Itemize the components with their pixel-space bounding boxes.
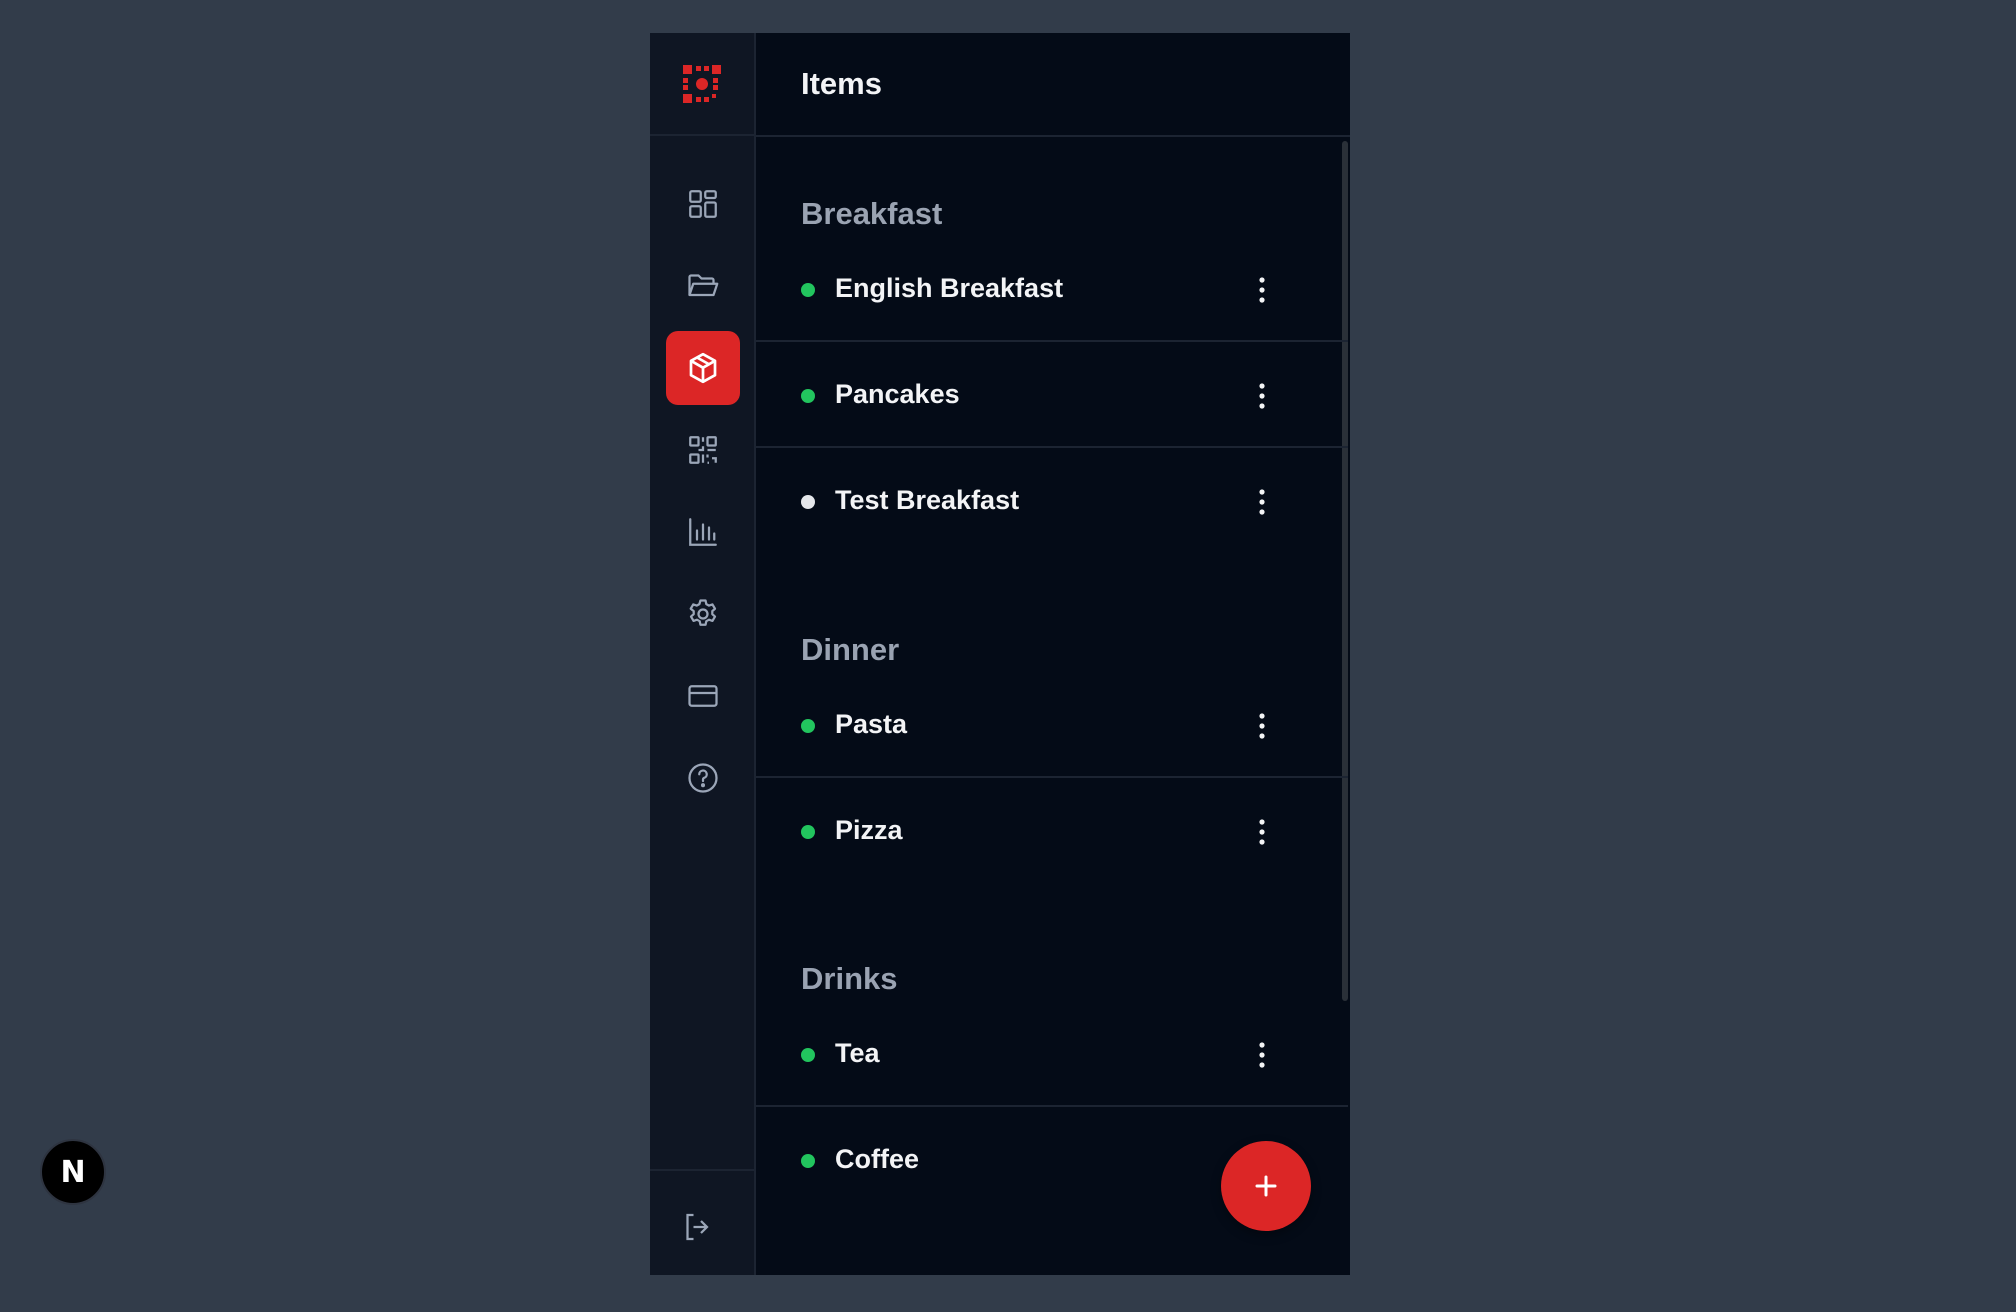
page-title: Items: [801, 66, 882, 101]
status-dot-active: [801, 389, 815, 403]
sidebar-item-billing[interactable]: [666, 659, 740, 733]
item-label: English Breakfast: [835, 273, 1064, 303]
status-dot-inactive: [801, 495, 815, 509]
more-vertical-icon: [1259, 1042, 1265, 1068]
sidebar-logo[interactable]: [650, 33, 754, 136]
sidebar-item-analytics[interactable]: [666, 495, 740, 569]
sidebar-item-folders[interactable]: [666, 249, 740, 323]
more-vertical-icon: [1259, 713, 1265, 739]
more-vertical-icon: [1259, 819, 1265, 845]
list-item[interactable]: Pasta: [756, 673, 1348, 778]
list-item[interactable]: English Breakfast: [756, 237, 1348, 342]
status-dot-active: [801, 825, 815, 839]
list-item[interactable]: Pizza: [756, 779, 1348, 884]
status-dot-active: [801, 283, 815, 297]
more-options-button[interactable]: [1250, 703, 1274, 749]
sidebar-item-qr-codes[interactable]: [666, 413, 740, 487]
help-icon: [688, 763, 718, 793]
sidebar-item-dashboard[interactable]: [666, 167, 740, 241]
gear-icon: [689, 599, 717, 626]
main-panel: Items Breakfast English Breakfast Pancak…: [756, 33, 1350, 1275]
page-header: Items: [756, 33, 1350, 137]
more-options-button[interactable]: [1250, 809, 1274, 855]
credit-card-icon: [688, 685, 718, 707]
section-title-drinks: Drinks: [801, 961, 898, 996]
item-label: Pasta: [835, 709, 908, 739]
plus-icon: [1255, 1175, 1277, 1197]
app-logo-icon: [683, 64, 721, 103]
item-label: Pancakes: [835, 379, 960, 409]
bar-chart-icon: [689, 518, 717, 546]
qr-code-icon: [689, 436, 717, 464]
item-label: Test Breakfast: [835, 485, 1020, 515]
sidebar-footer: [650, 1169, 754, 1275]
section-title-breakfast: Breakfast: [801, 196, 943, 231]
more-vertical-icon: [1259, 489, 1265, 515]
section-title-dinner: Dinner: [801, 632, 900, 667]
package-icon: [689, 352, 717, 384]
sidebar-item-help[interactable]: [666, 741, 740, 815]
more-vertical-icon: [1259, 277, 1265, 303]
sidebar-item-items[interactable]: [666, 331, 740, 405]
more-options-button[interactable]: [1250, 373, 1274, 419]
sidebar: [650, 33, 756, 1275]
logout-icon[interactable]: [680, 1209, 716, 1245]
more-options-button[interactable]: [1250, 479, 1274, 525]
folder-icon: [688, 274, 719, 297]
status-dot-active: [801, 1154, 815, 1168]
item-label: Tea: [835, 1038, 880, 1068]
more-vertical-icon: [1259, 383, 1265, 409]
status-dot-active: [801, 1048, 815, 1062]
item-label: Coffee: [835, 1144, 920, 1174]
app-window: Items Breakfast English Breakfast Pancak…: [650, 33, 1350, 1275]
dashboard-icon: [689, 190, 717, 218]
status-dot-active: [801, 719, 815, 733]
list-item[interactable]: Test Breakfast: [756, 449, 1348, 554]
more-options-button[interactable]: [1250, 1032, 1274, 1078]
add-item-button[interactable]: [1221, 1141, 1311, 1231]
sidebar-item-settings[interactable]: [666, 577, 740, 651]
avatar[interactable]: N: [40, 1139, 106, 1205]
more-options-button[interactable]: [1250, 267, 1274, 313]
list-item[interactable]: Pancakes: [756, 343, 1348, 448]
item-label: Pizza: [835, 815, 903, 845]
list-item[interactable]: Tea: [756, 1002, 1348, 1107]
